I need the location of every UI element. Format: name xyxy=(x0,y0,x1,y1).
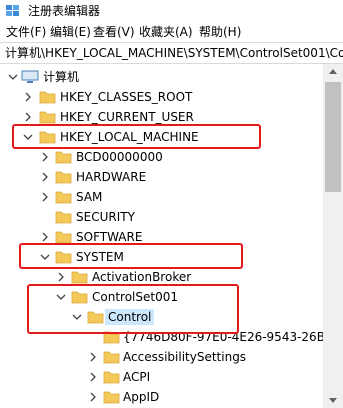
chevron-down-icon[interactable] xyxy=(22,131,34,143)
tree-label: HKEY_CLASSES_ROOT xyxy=(60,90,193,104)
tree-label: HARDWARE xyxy=(76,170,147,184)
chevron-down-icon[interactable] xyxy=(7,71,19,83)
chevron-right-icon[interactable] xyxy=(39,151,51,163)
folder-open-icon xyxy=(87,311,104,324)
tree-label: BCD00000000 xyxy=(76,150,163,164)
chevron-right-icon[interactable] xyxy=(39,171,51,183)
chevron-right-icon[interactable] xyxy=(22,91,34,103)
chevron-right-icon[interactable] xyxy=(87,391,99,403)
menu-bar: 文件(F) 编辑(E) 查看(V) 收藏夹(A) 帮助(H) xyxy=(0,22,343,42)
chevron-down-icon[interactable] xyxy=(39,251,51,263)
menu-edit[interactable]: 编辑(E) xyxy=(50,24,91,40)
tree-label: AccessibilitySettings xyxy=(123,350,247,364)
tree-label: AppID xyxy=(123,390,160,404)
address-path[interactable]: 计算机\HKEY_LOCAL_MACHINE\SYSTEM\ControlSet… xyxy=(5,46,343,61)
address-bar[interactable]: 计算机\HKEY_LOCAL_MACHINE\SYSTEM\ControlSet… xyxy=(0,42,343,64)
computer-icon xyxy=(21,70,39,83)
chevron-right-icon[interactable] xyxy=(87,371,99,383)
tree-label: ActivationBroker xyxy=(92,270,192,284)
folder-icon xyxy=(39,91,56,104)
chevron-right-icon[interactable] xyxy=(55,271,67,283)
folder-icon xyxy=(39,111,56,124)
highlight-box-system xyxy=(19,243,243,269)
tree-label: SECURITY xyxy=(76,210,135,224)
folder-icon xyxy=(103,391,120,404)
tree-label: SAM xyxy=(76,190,103,204)
folder-open-icon xyxy=(71,291,88,304)
folder-icon xyxy=(55,151,72,164)
scroll-up-icon[interactable] xyxy=(329,69,337,74)
tree-label: HKEY_CURRENT_USER xyxy=(60,110,194,124)
tree-label: HKEY_LOCAL_MACHINE xyxy=(60,130,199,144)
chevron-down-icon[interactable] xyxy=(71,311,83,323)
chevron-right-icon[interactable] xyxy=(39,231,51,243)
registry-tree[interactable]: 计算机 HKEY_CLASSES_ROOT HKEY_CURRENT_USER … xyxy=(0,64,323,408)
menu-help[interactable]: 帮助(H) xyxy=(199,24,241,40)
registry-editor-icon xyxy=(6,5,19,16)
chevron-right-icon[interactable] xyxy=(22,111,34,123)
tree-label: ControlSet001 xyxy=(92,290,178,304)
folder-icon xyxy=(71,271,88,284)
folder-icon xyxy=(55,191,72,204)
scroll-thumb[interactable] xyxy=(325,82,341,192)
tree-label-selected: Control xyxy=(105,309,155,325)
vertical-scrollbar[interactable] xyxy=(323,64,343,408)
folder-icon xyxy=(55,171,72,184)
menu-view[interactable]: 查看(V) xyxy=(93,24,135,40)
folder-open-icon xyxy=(55,251,72,264)
folder-icon xyxy=(55,211,72,224)
tree-label: 计算机 xyxy=(43,70,80,84)
folder-icon xyxy=(103,371,120,384)
chevron-down-icon[interactable] xyxy=(55,291,67,303)
tree-label: ACPI xyxy=(123,370,151,384)
menu-file[interactable]: 文件(F) xyxy=(6,24,46,40)
menu-favorites[interactable]: 收藏夹(A) xyxy=(139,24,193,40)
chevron-right-icon[interactable] xyxy=(87,351,99,363)
tree-label: {7746D80F-97E0-4E26-9543-26B4 xyxy=(123,330,323,344)
folder-open-icon xyxy=(39,131,56,144)
tree-label: SOFTWARE xyxy=(76,230,143,244)
chevron-right-icon[interactable] xyxy=(39,191,51,203)
folder-icon xyxy=(55,231,72,244)
folder-icon xyxy=(103,331,120,344)
folder-icon xyxy=(103,351,120,364)
window-title: 注册表编辑器 xyxy=(28,4,101,18)
tree-label: SYSTEM xyxy=(76,250,124,264)
scroll-down-icon[interactable] xyxy=(329,398,337,403)
title-bar: 注册表编辑器 xyxy=(0,0,343,22)
